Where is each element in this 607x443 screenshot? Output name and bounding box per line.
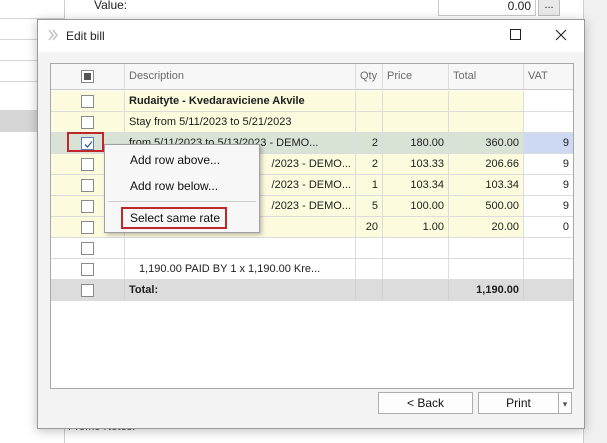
row-description: Stay from 5/11/2023 to 5/21/2023 [125,112,356,133]
row-vat [524,259,573,280]
row-checkbox[interactable] [81,263,94,276]
row-price: 180.00 [383,133,449,154]
total-row-checkbox[interactable] [81,284,94,297]
row-total [449,259,524,280]
row-price: 103.34 [383,175,449,196]
grid-header: Description Qty Price Total VAT [51,64,573,90]
row-checkbox[interactable] [81,116,94,129]
table-row[interactable]: 1,190.00 PAID BY 1 x 1,190.00 Kre... [51,259,573,280]
row-vat: 9 [524,196,573,217]
column-header-vat[interactable]: VAT [524,64,573,90]
column-header-description[interactable]: Description [125,64,356,90]
row-price: 103.33 [383,154,449,175]
column-header-price[interactable]: Price [383,64,449,90]
row-qty: 2 [356,133,383,154]
close-button[interactable] [538,20,584,52]
dialog-titlebar[interactable]: Edit bill [38,20,584,52]
row-vat [524,91,573,112]
row-vat: 9 [524,175,573,196]
row-checkbox[interactable] [81,200,94,213]
row-price [383,112,449,133]
row-qty: 20 [356,217,383,238]
row-price [383,259,449,280]
row-checkbox[interactable] [81,221,94,234]
select-all-cell [51,64,125,90]
select-all-checkbox[interactable] [81,70,94,83]
row-price [383,91,449,112]
row-total [449,112,524,133]
row-vat [524,238,573,259]
column-header-total[interactable]: Total [449,64,524,90]
value-ellipsis-button[interactable]: ... [538,0,560,16]
row-total: 20.00 [449,217,524,238]
total-row: Total: 1,190.00 [51,280,573,301]
row-total: 360.00 [449,133,524,154]
total-value: 1,190.00 [449,280,524,301]
back-button[interactable]: < Back [378,392,473,414]
row-price [383,238,449,259]
row-checkbox[interactable] [81,179,94,192]
close-icon [555,29,567,44]
maximize-button[interactable] [492,20,538,52]
row-qty: 2 [356,154,383,175]
row-qty: 5 [356,196,383,217]
row-qty [356,112,383,133]
value-field[interactable]: 0.00 [438,0,536,16]
dialog-title: Edit bill [66,29,105,43]
total-label: Total: [125,280,356,301]
row-vat [524,112,573,133]
row-vat: 9 [524,133,573,154]
context-menu: Add row above... Add row below... Select… [104,144,260,233]
row-qty [356,238,383,259]
row-checkbox[interactable] [81,95,94,108]
row-description [125,238,356,259]
table-row[interactable]: Rudaityte - Kvedaraviciene Akvile [51,91,573,112]
menu-item-add-row-below[interactable]: Add row below... [130,176,218,196]
value-label: Value: [94,0,128,12]
row-total: 206.66 [449,154,524,175]
maximize-icon [509,29,521,43]
row-vat: 0 [524,217,573,238]
table-row[interactable]: Stay from 5/11/2023 to 5/21/2023 [51,112,573,133]
row-total: 500.00 [449,196,524,217]
row-description: Rudaityte - Kvedaraviciene Akvile [125,91,356,112]
column-header-qty[interactable]: Qty [356,64,383,90]
background-right-strip [584,0,607,443]
row-vat: 9 [524,154,573,175]
row-total: 103.34 [449,175,524,196]
print-button[interactable]: Print [478,392,559,414]
row-total [449,238,524,259]
menu-item-highlight-box [121,207,227,229]
menu-separator [108,201,256,202]
row-price: 100.00 [383,196,449,217]
table-row[interactable] [51,238,573,259]
row-price: 1.00 [383,217,449,238]
row-checkbox[interactable] [81,158,94,171]
row-qty: 1 [356,175,383,196]
chevron-down-icon: ▾ [562,399,568,409]
menu-item-add-row-above[interactable]: Add row above... [130,150,220,170]
row-total [449,91,524,112]
row-qty [356,91,383,112]
app-icon [46,28,60,42]
print-dropdown-button[interactable]: ▾ [558,392,572,414]
row-qty [356,259,383,280]
row-checkbox[interactable] [81,242,94,255]
checkbox-highlight-box [67,132,104,152]
row-description: 1,190.00 PAID BY 1 x 1,190.00 Kre... [125,259,356,280]
